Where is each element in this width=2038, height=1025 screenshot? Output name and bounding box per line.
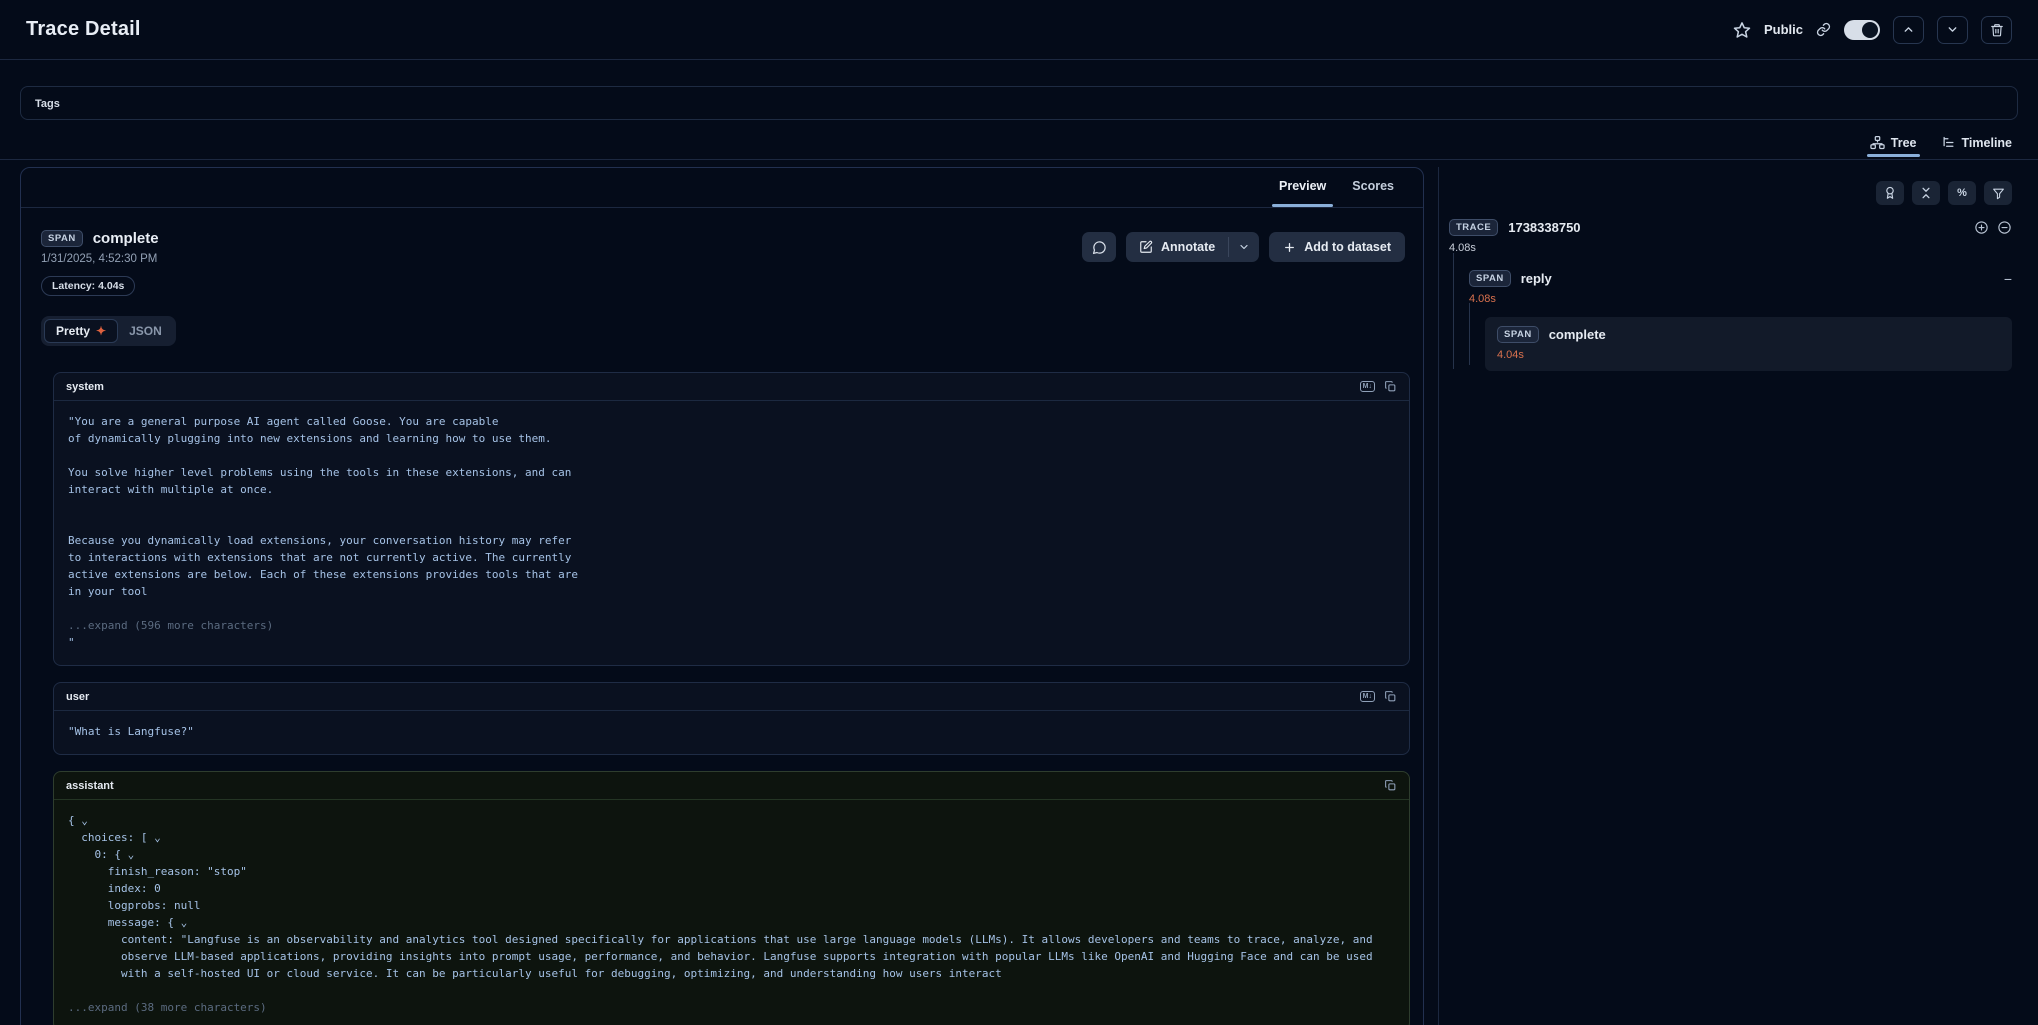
top-bar: Trace Detail Public <box>0 0 2038 60</box>
trace-badge: TRACE <box>1449 219 1498 236</box>
topbar-actions: Public <box>1733 16 2012 44</box>
message-box-system: system M↓ "You are a general purpose AI … <box>53 372 1410 666</box>
collapse-node-icon[interactable] <box>1997 220 2012 235</box>
share-link-icon[interactable] <box>1816 22 1831 37</box>
span-badge: SPAN <box>1469 270 1511 287</box>
observation-preview-panel: Preview Scores SPAN complete 1/31/2025, … <box>20 167 1424 1025</box>
annotate-dropdown-button[interactable] <box>1229 232 1259 262</box>
span-name: complete <box>1549 327 1606 342</box>
trace-name: 1738338750 <box>1508 220 1580 235</box>
observation-title: complete <box>93 230 159 247</box>
bookmark-star-icon[interactable] <box>1733 21 1751 39</box>
next-trace-button[interactable] <box>1937 16 1968 44</box>
trace-duration: 4.08s <box>1449 242 2012 254</box>
tab-timeline[interactable]: Timeline <box>1941 135 2012 159</box>
scores-badge-button[interactable] <box>1876 181 1904 205</box>
comment-button[interactable] <box>1082 232 1116 262</box>
add-to-dataset-button[interactable]: Add to dataset <box>1269 232 1405 262</box>
span-duration: 4.08s <box>1469 293 2012 305</box>
tab-tree-label: Tree <box>1891 136 1917 150</box>
format-pretty-segment[interactable]: Pretty ✦ <box>44 319 118 343</box>
message-text-post: " <box>68 636 75 649</box>
copy-icon[interactable] <box>1384 779 1397 792</box>
collapse-children-icon[interactable]: − <box>2004 272 2012 286</box>
span-badge: SPAN <box>1497 326 1539 343</box>
filter-button[interactable] <box>1984 181 2012 205</box>
message-text: "You are a general purpose AI agent call… <box>68 415 578 598</box>
tab-tree[interactable]: Tree <box>1870 135 1917 159</box>
markdown-toggle-icon[interactable]: M↓ <box>1360 381 1375 392</box>
expand-link[interactable]: ...expand (596 more characters) <box>68 619 273 632</box>
page-title: Trace Detail <box>26 18 141 41</box>
filter-icon <box>1992 187 2005 200</box>
message-content: "You are a general purpose AI agent call… <box>54 401 1409 665</box>
tab-timeline-label: Timeline <box>1962 136 2012 150</box>
role-label: system <box>66 381 104 393</box>
expand-link[interactable]: ...expand (38 more characters) <box>68 1001 267 1014</box>
public-toggle[interactable] <box>1844 20 1880 40</box>
format-pretty-label: Pretty <box>56 324 90 338</box>
previous-trace-button[interactable] <box>1893 16 1924 44</box>
preview-tabstrip: Preview Scores <box>21 168 1423 208</box>
percent-icon: % <box>1957 187 1967 199</box>
award-icon <box>1883 186 1897 200</box>
timeline-icon <box>1941 135 1956 150</box>
role-label: user <box>66 691 89 703</box>
annotate-label: Annotate <box>1161 240 1215 254</box>
tab-scores[interactable]: Scores <box>1339 168 1407 207</box>
tree-icon <box>1870 135 1885 150</box>
message-content: { ⌄ choices: [ ⌄ 0: { ⌄ finish_reason: "… <box>54 800 1409 1025</box>
span-duration: 4.04s <box>1497 349 2000 361</box>
latency-badge: Latency: 4.04s <box>41 276 135 296</box>
fold-vertical-icon <box>1919 186 1933 200</box>
observation-header-actions: Annotate Add to dataset <box>1082 232 1405 296</box>
public-label: Public <box>1764 22 1803 37</box>
metrics-percent-button[interactable]: % <box>1948 181 1976 205</box>
observation-timestamp: 1/31/2025, 4:52:30 PM <box>41 253 159 265</box>
message-text: "What is Langfuse?" <box>68 725 194 738</box>
comment-icon <box>1092 240 1107 255</box>
collapse-all-button[interactable] <box>1912 181 1940 205</box>
message-text: { ⌄ choices: [ ⌄ 0: { ⌄ finish_reason: "… <box>68 814 1373 980</box>
annotate-split-button: Annotate <box>1126 232 1259 262</box>
format-toggle: Pretty ✦ JSON <box>41 316 176 346</box>
chevron-down-icon <box>1238 241 1250 253</box>
content-area: Preview Scores SPAN complete 1/31/2025, … <box>0 167 2038 1025</box>
toggle-knob <box>1862 22 1878 38</box>
span-name: reply <box>1521 271 1552 286</box>
message-box-user: user M↓ "What is Langfuse?" <box>53 682 1410 755</box>
message-box-assistant: assistant { ⌄ choices: [ ⌄ 0: { ⌄ finish… <box>53 771 1410 1025</box>
tree-toolbar: % <box>1449 181 2012 205</box>
copy-icon[interactable] <box>1384 380 1397 393</box>
copy-icon[interactable] <box>1384 690 1397 703</box>
span-type-badge: SPAN <box>41 230 83 247</box>
tree-node-complete-selected[interactable]: SPAN complete 4.04s <box>1485 317 2012 371</box>
tags-label: Tags <box>35 98 60 110</box>
markdown-toggle-icon[interactable]: M↓ <box>1360 691 1375 702</box>
expand-all-icon[interactable] <box>1974 220 1989 235</box>
format-json-segment[interactable]: JSON <box>118 320 173 342</box>
view-tabs: Tree Timeline <box>0 120 2038 160</box>
edit-icon <box>1139 240 1153 254</box>
annotate-button[interactable]: Annotate <box>1126 232 1228 262</box>
tree-node-reply[interactable]: SPAN reply − 4.08s <box>1469 270 2012 305</box>
message-content: "What is Langfuse?" <box>54 711 1409 754</box>
observation-header-left: SPAN complete 1/31/2025, 4:52:30 PM Late… <box>41 230 159 296</box>
tree-connector-line <box>1469 303 1470 365</box>
tags-section[interactable]: Tags <box>20 86 2018 120</box>
observation-header: SPAN complete 1/31/2025, 4:52:30 PM Late… <box>21 208 1423 296</box>
tab-preview[interactable]: Preview <box>1266 168 1339 207</box>
trace-tree-sidebar: % TRACE 1738338750 4.08s <box>1438 167 2038 1025</box>
tree-node-trace[interactable]: TRACE 1738338750 <box>1449 219 2012 236</box>
add-to-dataset-label: Add to dataset <box>1304 240 1391 254</box>
sparkles-icon: ✦ <box>96 325 106 337</box>
plus-icon <box>1283 241 1296 254</box>
message-list: system M↓ "You are a general purpose AI … <box>53 372 1410 1025</box>
delete-trace-button[interactable] <box>1981 16 2012 44</box>
role-label: assistant <box>66 780 114 792</box>
tree-connector-line <box>1453 253 1454 369</box>
